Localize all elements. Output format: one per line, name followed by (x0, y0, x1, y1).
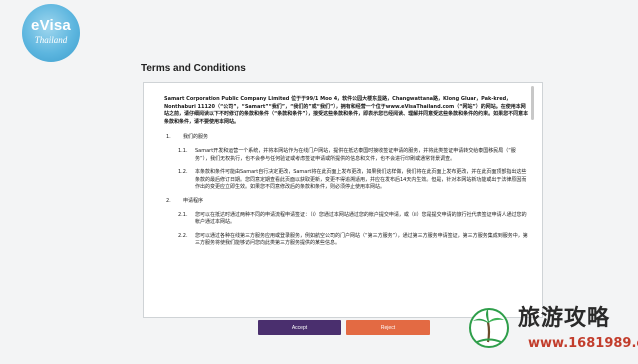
accept-button[interactable]: Accept (258, 320, 341, 335)
palm-tree-icon (469, 308, 509, 348)
reject-button[interactable]: Reject (346, 320, 430, 335)
evisa-thailand-logo[interactable]: eVisa Thailand (22, 4, 80, 62)
watermark-title: 旅游攻略 (518, 306, 611, 331)
clause-text: 您可以通过各种在线第三方服务应用或登录服务，例如航空公司的门户网站（“第三方服务… (195, 232, 528, 247)
document-scrollbar[interactable] (531, 84, 535, 316)
clause-text: Samart开发和运营一个系统，并将本网站作为在线门户网站，提供在抵达泰国时接收… (195, 147, 516, 162)
watermark-url: www.1681989.cn (528, 336, 638, 351)
clause: 2.1. 您可以在抵达时通过两种不同的申请流程申请签证：（i）您通过本网站通过您… (176, 212, 530, 227)
terms-document[interactable]: Samart Corporation Public Company Limite… (143, 82, 543, 318)
section-title: 我们的服务 (183, 134, 209, 141)
clause-number: 2.1. (178, 211, 188, 218)
logo-text: eVisa (31, 17, 71, 34)
clause: 1.1. Samart开发和运营一个系统，并将本网站作为在线门户网站，提供在抵达… (176, 148, 530, 163)
logo-subtext: Thailand (34, 35, 68, 45)
clause-text: 本条款和条件可能由Samart自行决定更改，Samart将在此页面上发布更改，如… (195, 169, 527, 191)
clause-text: 您可以在抵达时通过两种不同的申请流程申请签证：（i）您通过本网站通过您的帐户提交… (195, 211, 527, 226)
clause: 1.2. 本条款和条件可能由Samart自行决定更改，Samart将在此页面上发… (176, 169, 530, 192)
clause: 2.2. 您可以通过各种在线第三方服务应用或登录服务，例如航空公司的门户网站（“… (176, 233, 530, 248)
terms-intro: Samart Corporation Public Company Limite… (164, 96, 529, 125)
scrollbar-thumb[interactable] (531, 86, 534, 120)
section-heading: 2. 申请程序 (164, 198, 530, 206)
section-number: 1. (166, 134, 171, 141)
clause-number: 2.2. (178, 232, 188, 239)
page-title: Terms and Conditions (141, 63, 246, 74)
section-heading: 1. 我们的服务 (164, 134, 530, 142)
section-title: 申请程序 (183, 197, 204, 204)
clause-number: 1.1. (178, 147, 188, 154)
clause-number: 1.2. (178, 169, 188, 176)
watermark: 旅游攻略 www.1681989.cn (440, 296, 638, 364)
section-number: 2. (166, 197, 171, 204)
